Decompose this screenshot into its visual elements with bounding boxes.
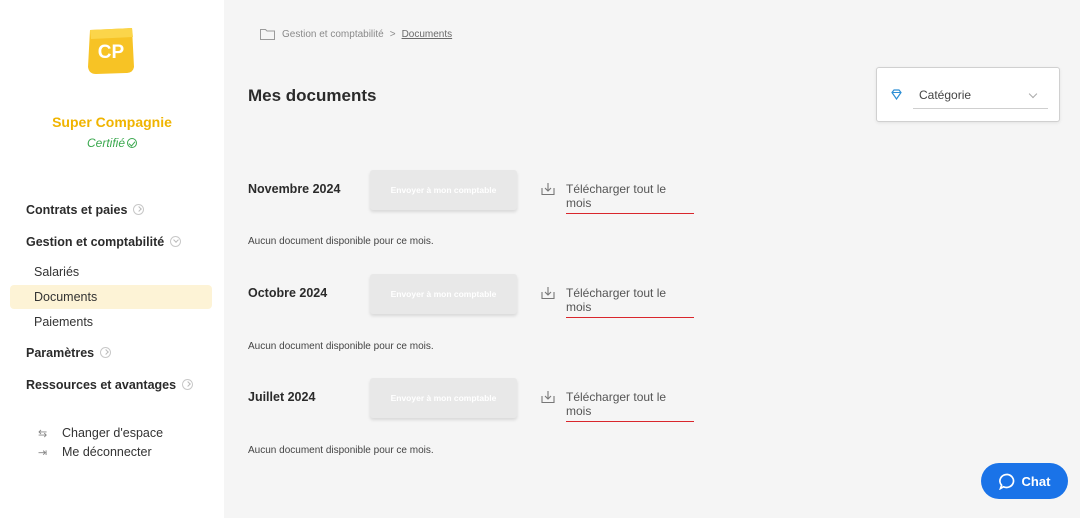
nav-section-label: Ressources et avantages [26, 378, 177, 392]
switch-space-label: Changer d'espace [62, 426, 164, 440]
swap-icon: ⇆ [38, 428, 48, 440]
logout-link[interactable]: ⇥ Me déconnecter [38, 445, 152, 459]
nav-section-contrats[interactable]: Contrats et paies [26, 203, 145, 217]
month-label: Juillet 2024 [248, 390, 316, 404]
breadcrumb-parent[interactable]: Gestion et comptabilité [282, 29, 384, 40]
chat-button[interactable]: Chat [981, 463, 1068, 499]
category-filter: Catégorie [876, 67, 1060, 122]
sidebar-item-documents[interactable]: Documents [10, 285, 212, 309]
check-circle-icon [127, 138, 137, 148]
chevron-right-icon [182, 379, 194, 390]
chevron-right-icon [133, 204, 145, 215]
certified-label: Certifié [86, 136, 125, 150]
chat-label: Chat [1021, 473, 1051, 489]
diamond-icon [891, 89, 902, 100]
chat-bubble-icon [998, 473, 1014, 490]
download-month-link[interactable]: Télécharger tout le mois [566, 390, 694, 422]
logout-icon: ⇥ [38, 447, 48, 459]
download-icon [541, 391, 555, 404]
nav-section-parametres[interactable]: Paramètres [26, 346, 112, 360]
breadcrumb-current[interactable]: Documents [402, 29, 453, 40]
logout-label: Me déconnecter [62, 445, 152, 459]
nav-section-label: Contrats et paies [26, 203, 128, 217]
sidebar-item-paiements[interactable]: Paiements [10, 310, 212, 334]
chevron-right-icon [100, 347, 112, 358]
company-logo: CP [88, 28, 134, 74]
category-select[interactable]: Catégorie [913, 82, 1048, 109]
download-month-link[interactable]: Télécharger tout le mois [566, 286, 694, 318]
download-icon [541, 287, 555, 300]
month-row: Juillet 2024 Envoyer à mon comptable Tél… [248, 378, 708, 422]
logo-text: CP [98, 42, 125, 63]
empty-message: Aucun document disponible pour ce mois. [248, 341, 434, 352]
month-label: Novembre 2024 [248, 182, 341, 196]
month-row: Octobre 2024 Envoyer à mon comptable Tél… [248, 274, 708, 318]
month-label: Octobre 2024 [248, 286, 328, 300]
page-title: Mes documents [248, 86, 377, 105]
empty-message: Aucun document disponible pour ce mois. [248, 236, 434, 247]
empty-message: Aucun document disponible pour ce mois. [248, 445, 434, 456]
folder-icon [260, 29, 275, 40]
sidebar-item-salaries[interactable]: Salariés [10, 260, 212, 284]
nav-section-label: Gestion et comptabilité [26, 235, 165, 249]
month-row: Novembre 2024 Envoyer à mon comptable Té… [248, 170, 708, 214]
category-select-label: Catégorie [919, 88, 972, 102]
send-to-accountant-button[interactable]: Envoyer à mon comptable [370, 170, 517, 210]
chevron-down-icon [1028, 89, 1038, 99]
chevron-down-icon [170, 236, 182, 247]
company-name: Super Compagnie [52, 114, 172, 130]
certified-badge: Certifié [0, 136, 224, 150]
nav-section-gestion[interactable]: Gestion et comptabilité [26, 235, 182, 249]
download-icon [541, 183, 555, 196]
breadcrumb-separator: > [389, 28, 396, 40]
send-to-accountant-button[interactable]: Envoyer à mon comptable [370, 378, 517, 418]
send-to-accountant-button[interactable]: Envoyer à mon comptable [370, 274, 517, 314]
nav-section-ressources[interactable]: Ressources et avantages [26, 378, 194, 392]
nav-section-label: Paramètres [26, 346, 95, 360]
sidebar: CP Super Compagnie Certifié Contrats et … [0, 0, 224, 518]
download-month-link[interactable]: Télécharger tout le mois [566, 182, 694, 214]
switch-space-link[interactable]: ⇆ Changer d'espace [38, 426, 163, 440]
breadcrumb: Gestion et comptabilité > Documents [260, 28, 452, 40]
